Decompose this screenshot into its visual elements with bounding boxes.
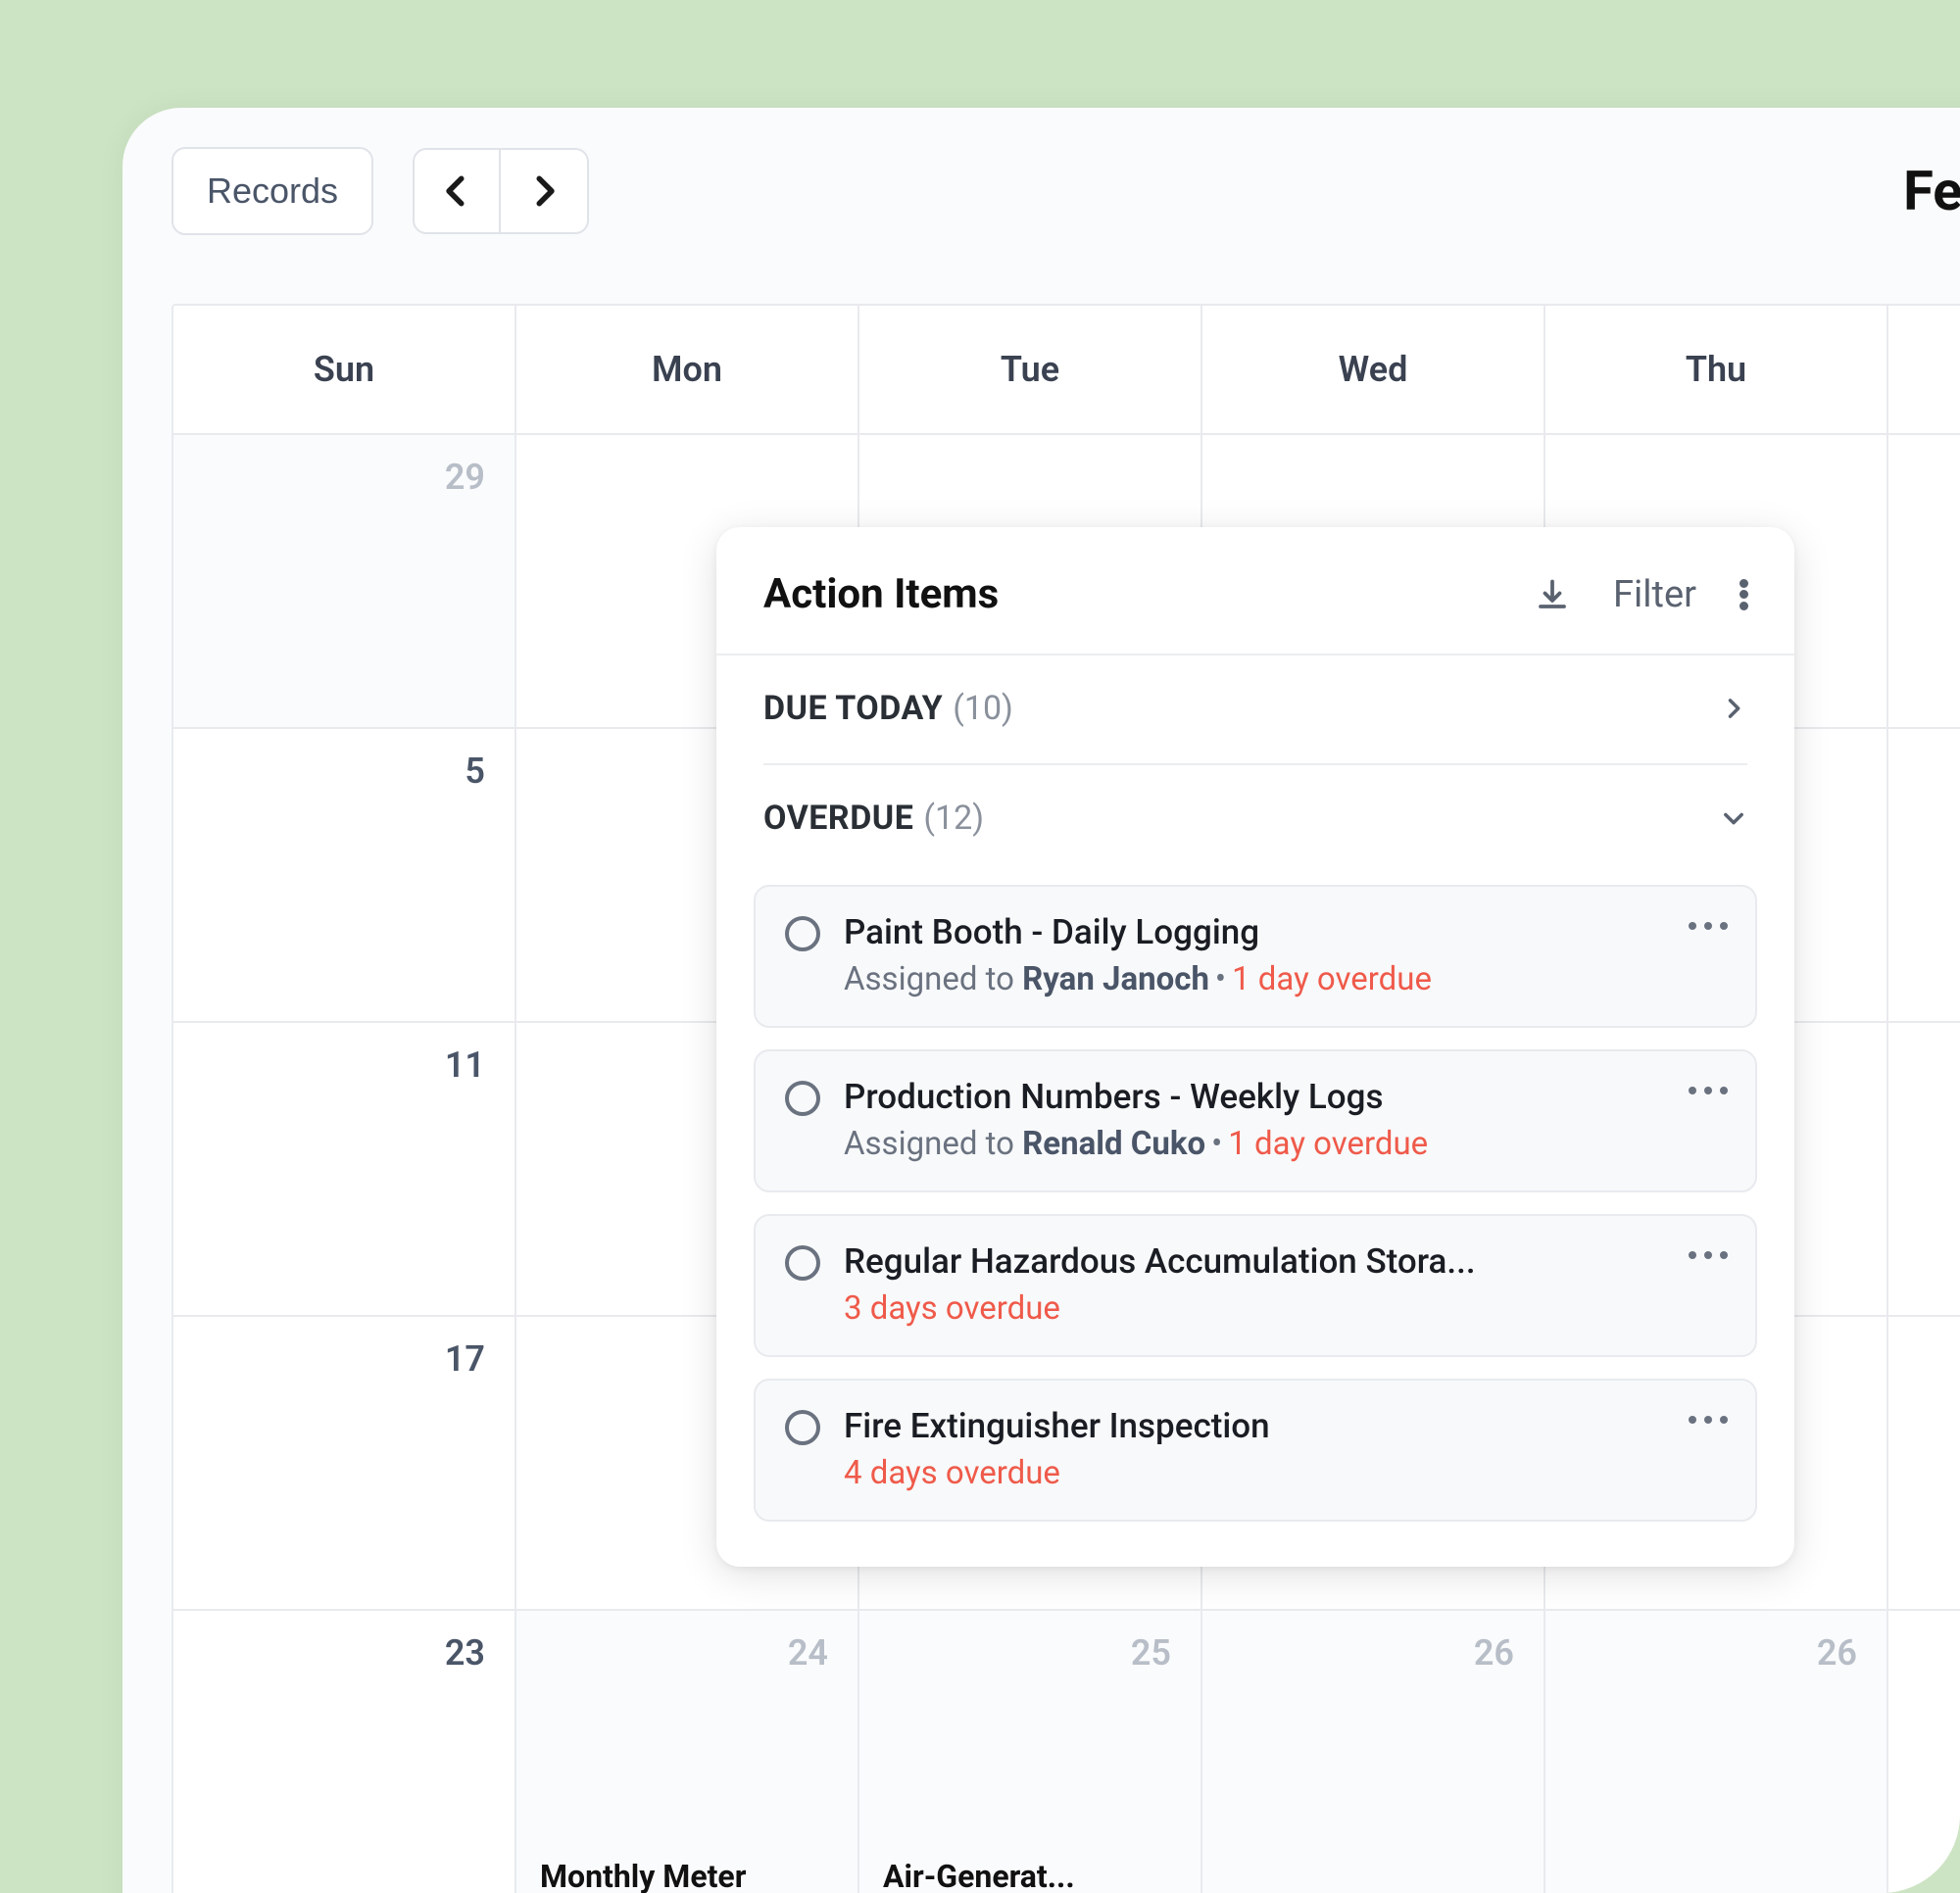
overdue-header[interactable]: OVERDUE (12) [763, 799, 1747, 865]
overdue-badge: 1 day overdue [1232, 960, 1432, 998]
day-header: Wed [1202, 306, 1545, 433]
chevron-right-icon [1720, 695, 1747, 722]
calendar-cell[interactable]: 26 [1202, 1611, 1545, 1893]
section-title: DUE TODAY [763, 689, 943, 728]
topbar: Records February [122, 108, 1960, 265]
task-subtitle: 4 days overdue [844, 1454, 1726, 1492]
records-button[interactable]: Records [172, 147, 373, 235]
task-item[interactable]: Regular Hazardous Accumulation Stora... … [754, 1214, 1757, 1357]
overdue-badge: 3 days overdue [844, 1289, 1060, 1328]
task-subtitle: Assigned to Ryan Janoch•1 day overdue [844, 960, 1726, 998]
task-title: Fire Extinguisher Inspection [844, 1406, 1726, 1446]
calendar-event[interactable]: Air-Generat... [883, 1858, 1177, 1893]
task-item[interactable]: Paint Booth - Daily Logging Assigned to … [754, 885, 1757, 1028]
panel-header: Action Items Filter [716, 527, 1794, 655]
task-checkbox[interactable] [785, 1081, 820, 1116]
task-title: Production Numbers - Weekly Logs [844, 1077, 1726, 1117]
calendar-cell[interactable]: 25 Air-Generat... [859, 1611, 1202, 1893]
task-item[interactable]: Production Numbers - Weekly Logs Assigne… [754, 1049, 1757, 1192]
calendar-cell[interactable]: 24 Monthly Meter [516, 1611, 859, 1893]
task-menu-icon[interactable] [1689, 1081, 1728, 1100]
task-assignee: Renald Cuko [1022, 1125, 1205, 1163]
task-title: Paint Booth - Daily Logging [844, 912, 1726, 952]
day-header: Sun [173, 306, 516, 433]
download-icon[interactable] [1535, 577, 1570, 612]
task-item[interactable]: Fire Extinguisher Inspection 4 days over… [754, 1379, 1757, 1522]
action-items-panel: Action Items Filter DUE TODAY (10) OVERD… [716, 527, 1794, 1567]
section-title: OVERDUE [763, 799, 913, 838]
task-subtitle: 3 days overdue [844, 1289, 1726, 1328]
section-count: (12) [923, 799, 984, 838]
day-header: Tue [859, 306, 1202, 433]
prev-month-button[interactable] [415, 150, 501, 232]
task-checkbox[interactable] [785, 916, 820, 951]
chevron-down-icon [1720, 804, 1747, 832]
next-month-button[interactable] [501, 150, 587, 232]
task-checkbox[interactable] [785, 1245, 820, 1281]
calendar-cell[interactable]: 23 [173, 1611, 516, 1893]
day-header: Mon [516, 306, 859, 433]
calendar-cell[interactable]: 26 [1545, 1611, 1888, 1893]
task-menu-icon[interactable] [1689, 1245, 1728, 1265]
more-menu-icon[interactable] [1740, 577, 1747, 612]
task-assignee: Ryan Janoch [1022, 960, 1209, 998]
section-count: (10) [953, 689, 1013, 728]
overdue-badge: 1 day overdue [1228, 1125, 1428, 1163]
calendar-cell[interactable]: 17 [173, 1317, 516, 1609]
day-header: Thu [1545, 306, 1888, 433]
due-today-section: DUE TODAY (10) [716, 655, 1794, 763]
calendar-cell[interactable]: 29 [173, 435, 516, 727]
task-checkbox[interactable] [785, 1410, 820, 1445]
chevron-left-icon [438, 172, 475, 210]
task-title: Regular Hazardous Accumulation Stora... [844, 1241, 1726, 1282]
task-subtitle: Assigned to Renald Cuko•1 day overdue [844, 1125, 1726, 1163]
overdue-section: OVERDUE (12) [716, 765, 1794, 873]
month-title: February [1903, 159, 1960, 223]
panel-title: Action Items [763, 570, 999, 618]
month-nav [413, 148, 589, 234]
panel-actions: Filter [1535, 573, 1747, 616]
calendar-header-row: Sun Mon Tue Wed Thu [173, 306, 1960, 435]
filter-button[interactable]: Filter [1613, 573, 1696, 616]
calendar-row: 23 24 Monthly Meter 25 Air-Generat... 26… [173, 1611, 1960, 1893]
task-menu-icon[interactable] [1689, 1410, 1728, 1430]
due-today-header[interactable]: DUE TODAY (10) [763, 689, 1747, 755]
calendar-event[interactable]: Monthly Meter [540, 1858, 834, 1893]
task-menu-icon[interactable] [1689, 916, 1728, 936]
chevron-right-icon [525, 172, 563, 210]
overdue-badge: 4 days overdue [844, 1454, 1060, 1492]
calendar-cell[interactable]: 5 [173, 729, 516, 1021]
calendar-cell[interactable]: 11 [173, 1023, 516, 1315]
overdue-items-list: Paint Booth - Daily Logging Assigned to … [716, 885, 1794, 1567]
